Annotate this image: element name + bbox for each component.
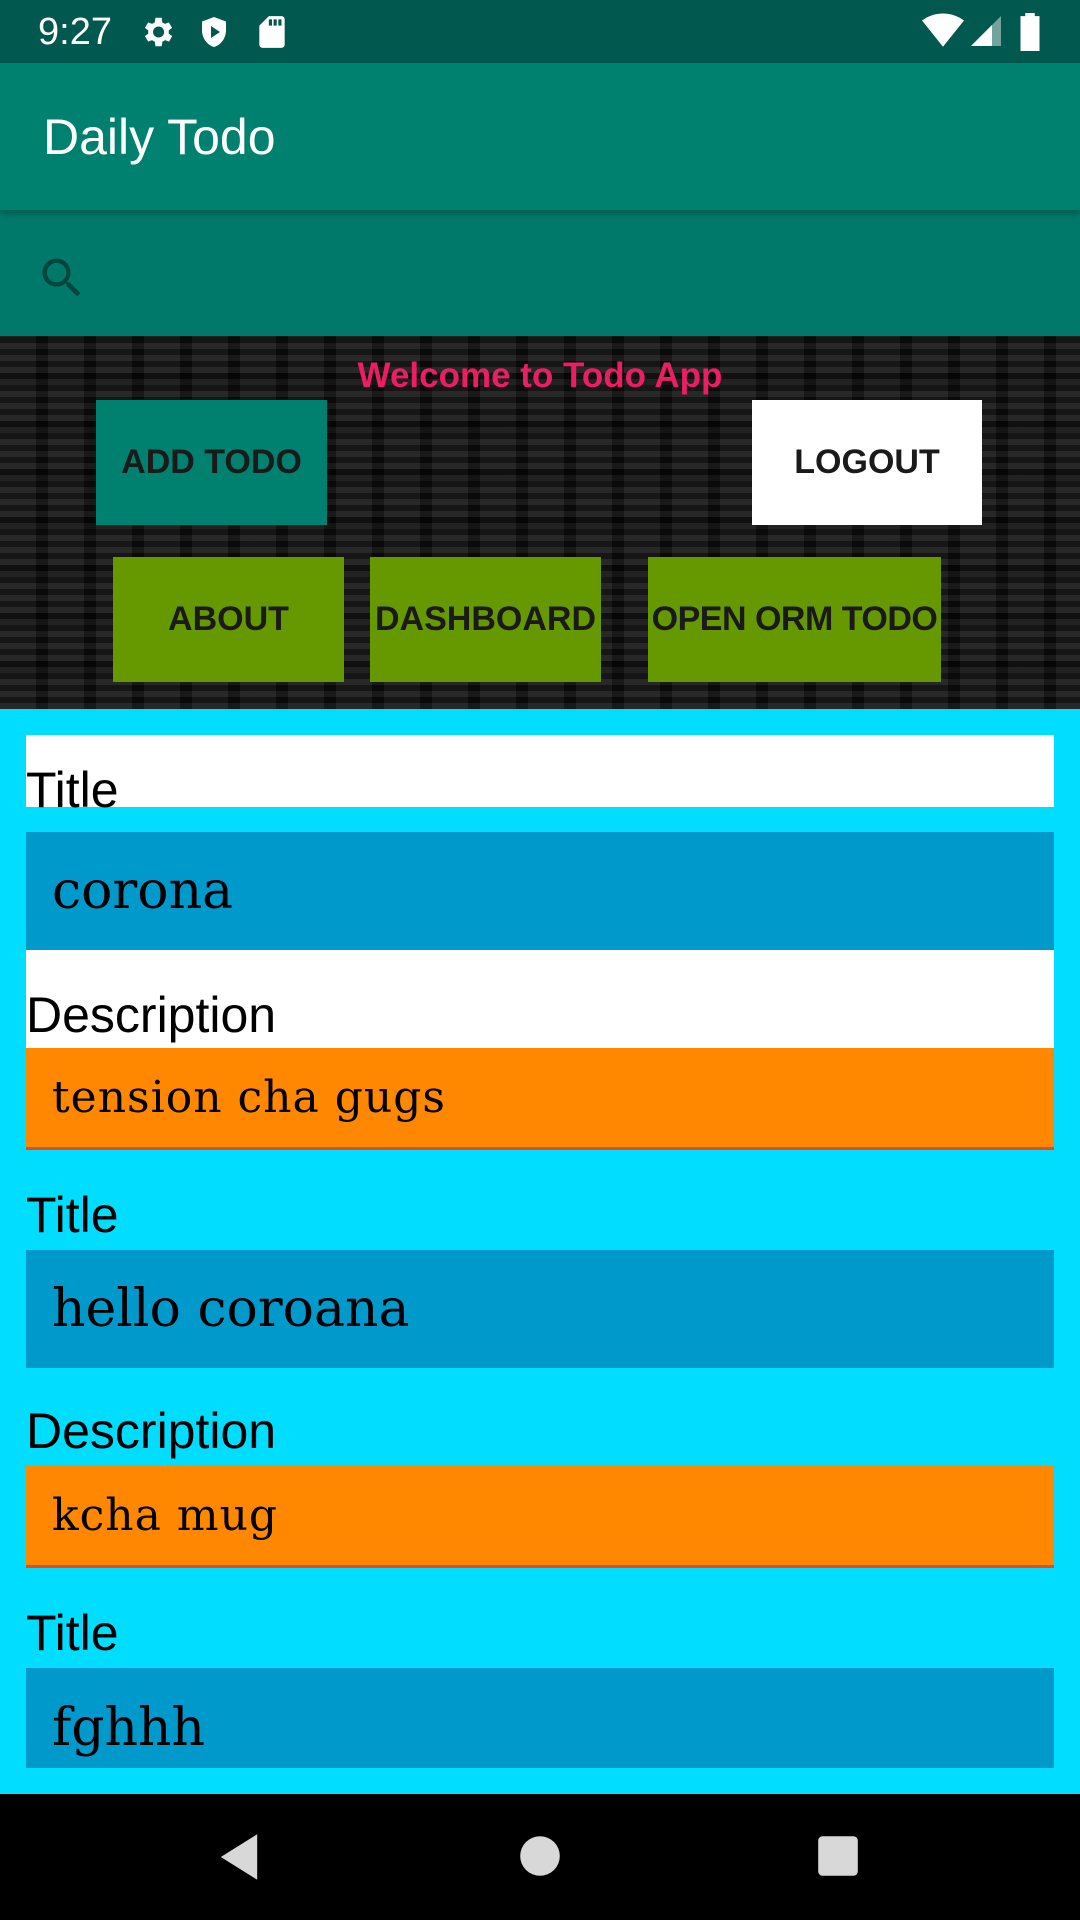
welcome-text: Welcome to Todo App <box>357 356 723 395</box>
navigation-bar <box>0 1794 1080 1920</box>
todo-title[interactable]: hello coroana <box>26 1250 1054 1368</box>
todo-description[interactable]: tension cha gugs <box>26 1048 1054 1150</box>
gear-icon <box>144 17 173 47</box>
search-bar <box>0 210 1080 336</box>
description-label: Description <box>26 950 1054 1048</box>
back-icon[interactable] <box>216 1832 262 1882</box>
search-icon[interactable] <box>36 252 88 304</box>
shield-icon <box>202 17 226 47</box>
description-label: Description <box>26 1403 277 1459</box>
todo-title[interactable]: fghhh <box>26 1668 1054 1768</box>
header-area: Welcome to Todo App ADD TODO LOGOUT ABOU… <box>0 336 1080 709</box>
todo-description[interactable]: kcha mug <box>26 1466 1054 1568</box>
add-todo-button[interactable]: ADD TODO <box>96 400 327 525</box>
about-button[interactable]: ABOUT <box>113 557 344 682</box>
status-time: 9:27 <box>38 11 112 53</box>
app-title: Daily Todo <box>43 109 276 165</box>
sd-card-icon <box>259 16 285 48</box>
battery-icon <box>1020 13 1040 51</box>
title-label: Title <box>26 735 1054 818</box>
recents-icon[interactable] <box>816 1834 860 1878</box>
open-orm-todo-button[interactable]: OPEN ORM TODO <box>648 557 941 682</box>
todo-list[interactable]: Title corona Description tension cha gug… <box>0 709 1080 1794</box>
search-input[interactable] <box>110 240 1054 308</box>
wifi-icon <box>922 13 964 47</box>
signal-icon <box>971 16 1001 46</box>
title-label: Title <box>26 1187 119 1243</box>
title-label: Title <box>26 1605 119 1661</box>
todo-title[interactable]: corona <box>26 832 1054 950</box>
app-bar: Daily Todo <box>0 63 1080 210</box>
home-icon[interactable] <box>518 1834 562 1878</box>
logout-button[interactable]: LOGOUT <box>752 400 982 525</box>
status-bar: 9:27 <box>0 0 1080 63</box>
dashboard-button[interactable]: DASHBOARD <box>370 557 601 682</box>
